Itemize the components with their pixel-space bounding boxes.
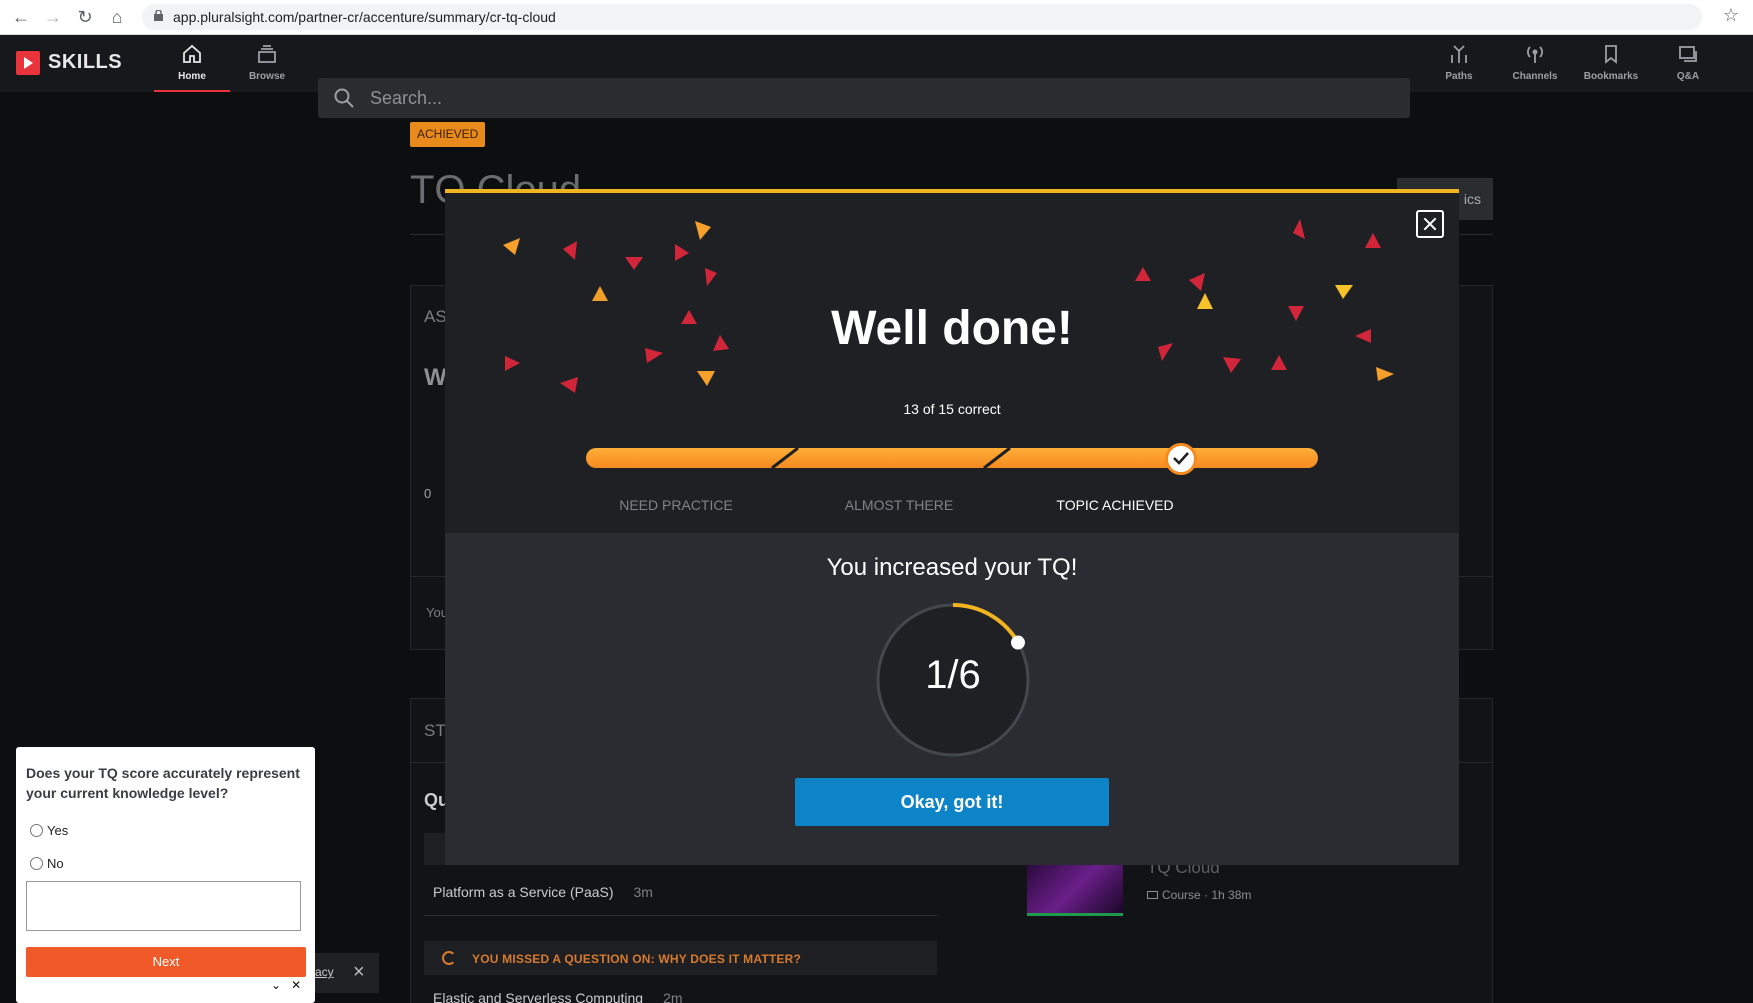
course-duration: 1h 38m [1211, 888, 1252, 902]
nav-paths-label: Paths [1445, 71, 1473, 82]
progress-separator [983, 446, 1011, 470]
list-item-title: Platform as a Service (PaaS) [433, 884, 614, 900]
list-item[interactable]: Platform as a Service (PaaS) 3m [433, 884, 653, 900]
study-heading: ST [424, 721, 446, 740]
browser-toolbar: ← → ↻ ⌂ app.pluralsight.com/partner-cr/a… [0, 0, 1753, 35]
checkmark-icon [1173, 452, 1189, 465]
paths-icon [1451, 45, 1467, 63]
video-icon [1147, 891, 1158, 899]
course-type: Course [1162, 888, 1201, 902]
list-item-duration: 3m [633, 884, 653, 900]
nav-browse-label: Browse [248, 71, 286, 82]
radio-button[interactable] [30, 824, 43, 837]
modal-headline: Well done! [831, 302, 1073, 355]
privacy-banner: acy × [315, 953, 379, 993]
list-item-duration: 2m [663, 990, 683, 1003]
stage-need-practice: NEED PRACTICE [619, 497, 733, 513]
nav-home-label: Home [178, 71, 206, 82]
survey-option-label: Yes [47, 823, 69, 838]
nav-qa-label: Q&A [1676, 71, 1700, 82]
survey-controls: ⌄ ✕ [271, 978, 301, 992]
search-placeholder: Search... [370, 88, 443, 108]
stage-almost-there: ALMOST THERE [844, 497, 954, 513]
nav-qa[interactable]: Q&A [1650, 43, 1726, 92]
nav-bookmarks[interactable]: Bookmarks [1573, 43, 1649, 92]
survey-option-no[interactable]: No [30, 856, 64, 871]
nav-channels-label: Channels [1512, 71, 1558, 82]
list-item-title: Elastic and Serverless Computing [433, 990, 644, 1003]
qa-icon [1679, 46, 1697, 62]
progress-bar [586, 448, 1318, 468]
feedback-survey: Does your TQ score accurately represent … [16, 747, 315, 1003]
progress-separator [771, 446, 799, 470]
bookmark-star-icon[interactable]: ☆ [1723, 5, 1739, 26]
okay-button[interactable]: Okay, got it! [795, 778, 1109, 826]
chart-axis-zero: 0 [424, 486, 432, 501]
status-badge: ACHIEVED [410, 122, 486, 147]
close-icon[interactable]: × [353, 961, 365, 984]
nav-channels[interactable]: Channels [1497, 43, 1573, 92]
home-icon [183, 44, 201, 63]
survey-next-button[interactable]: Next [26, 947, 306, 977]
list-divider [424, 915, 937, 916]
survey-option-yes[interactable]: Yes [30, 823, 68, 838]
lock-icon [154, 10, 163, 21]
missed-question-banner[interactable]: YOU MISSED A QUESTION ON: WHY DOES IT MA… [424, 941, 937, 975]
nav-bookmarks-label: Bookmarks [1583, 71, 1639, 82]
refresh-icon [442, 951, 456, 965]
stage-topic-achieved: TOPIC ACHIEVED [1056, 497, 1174, 513]
course-meta: Course · 1h 38m [1147, 888, 1251, 902]
forward-icon[interactable]: → [42, 6, 64, 28]
reload-icon[interactable]: ↻ [74, 6, 96, 28]
score-text: 13 of 15 correct [903, 401, 1001, 417]
browse-icon [258, 45, 276, 63]
missed-question-text: YOU MISSED A QUESTION ON: WHY DOES IT MA… [472, 952, 802, 966]
search-input[interactable]: Search... [318, 78, 1410, 118]
results-modal: Well done! 13 of 15 correct NEED PRACTIC… [445, 189, 1459, 865]
back-icon[interactable]: ← [10, 6, 32, 28]
close-icon[interactable]: ✕ [291, 978, 301, 992]
survey-comment-field[interactable] [26, 881, 301, 931]
channels-icon [1527, 46, 1543, 63]
chevron-down-icon[interactable]: ⌄ [271, 978, 281, 992]
home-browser-icon[interactable]: ⌂ [106, 6, 128, 28]
logo-text[interactable]: SKILLS [48, 51, 122, 74]
tq-dial-knob [1010, 635, 1025, 650]
privacy-link[interactable]: acy [315, 965, 334, 979]
search-icon [334, 88, 354, 108]
tq-value: 1/6 [925, 653, 981, 697]
nav-browse[interactable]: Browse [229, 43, 305, 92]
survey-option-label: No [47, 856, 64, 871]
tq-title: You increased your TQ! [826, 554, 1078, 581]
assessment-heading: AS [424, 307, 447, 326]
app-header: SKILLS Home Browse Search... Paths Chann… [0, 35, 1753, 118]
survey-question: Does your TQ score accurately represent … [26, 765, 300, 801]
list-item[interactable]: Elastic and Serverless Computing 2m [433, 990, 683, 1003]
confetti-decoration [503, 219, 1394, 393]
nav-paths[interactable]: Paths [1421, 43, 1497, 92]
nav-home[interactable]: Home [154, 43, 230, 92]
bookmark-icon [1605, 45, 1617, 64]
assessment-subheading: W [424, 364, 447, 391]
url-text[interactable]: app.pluralsight.com/partner-cr/accenture… [173, 9, 556, 25]
course-thumbnail[interactable] [1027, 864, 1123, 916]
pluralsight-logo-icon[interactable] [16, 51, 40, 75]
radio-button[interactable] [30, 857, 43, 870]
close-button[interactable] [1416, 210, 1444, 238]
